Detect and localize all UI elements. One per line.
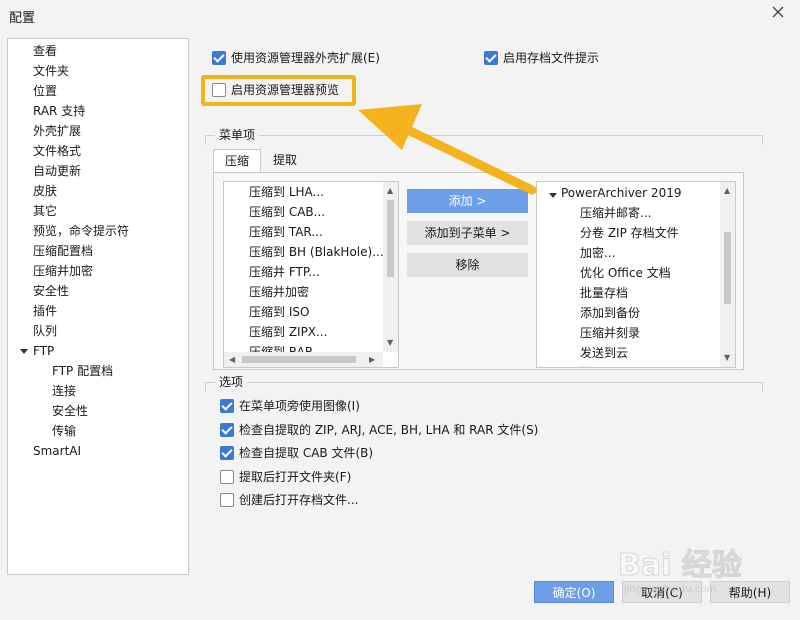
tree-item[interactable]: 发送到云 xyxy=(580,343,628,363)
nav-item[interactable]: RAR 支持 xyxy=(33,101,85,121)
nav-item[interactable]: FTP 配置档 xyxy=(52,361,113,381)
list-item[interactable]: 压缩到 CAB... xyxy=(249,202,325,222)
option-checkbox[interactable] xyxy=(220,493,234,507)
archive-tips-label: 启用存档文件提示 xyxy=(503,51,600,65)
hscroll-thumb[interactable] xyxy=(242,356,356,363)
option-checkbox[interactable] xyxy=(220,399,234,413)
nav-item[interactable]: 安全性 xyxy=(52,401,88,421)
option-label: 在菜单项旁使用图像(I) xyxy=(239,399,360,413)
list-item[interactable]: 压缩到 TAR... xyxy=(249,222,323,242)
option-label: 检查自提取 CAB 文件(B) xyxy=(239,446,374,460)
tree-item[interactable]: 批量存档 xyxy=(580,283,628,303)
tab-extract[interactable]: 提取 xyxy=(263,149,307,173)
menu-group-title: 菜单项 xyxy=(215,127,260,143)
scroll-down-icon[interactable]: ▼ xyxy=(724,353,730,363)
option-checkbox[interactable] xyxy=(220,469,234,484)
scroll-up-icon[interactable]: ▲ xyxy=(724,186,730,196)
option-checkbox[interactable] xyxy=(220,446,234,460)
nav-item[interactable]: SmartAI xyxy=(33,441,81,461)
nav-item[interactable]: 连接 xyxy=(52,381,76,401)
expand-caret-icon[interactable] xyxy=(549,193,557,198)
list-item[interactable]: 压缩到 LHA... xyxy=(249,182,324,202)
option-label: 创建后打开存档文件... xyxy=(239,493,359,507)
add-to-submenu-button[interactable]: 添加到子菜单 > xyxy=(407,221,528,245)
settings-nav-tree[interactable]: 查看 文件夹 位置 RAR 支持 外壳扩展 文件格式 自动更新 皮肤 其它 预览，命令提示符 压缩配… xyxy=(7,38,189,575)
tree-item[interactable]: 添加到备份 xyxy=(580,303,640,323)
archive-tips-checkbox[interactable] xyxy=(484,51,498,65)
tree-item[interactable]: 压缩并刻录 xyxy=(580,323,640,343)
nav-item[interactable]: 队列 xyxy=(33,321,57,341)
watermark-text: Bai 经验 xyxy=(618,548,743,584)
nav-item[interactable]: 自动更新 xyxy=(33,161,81,181)
nav-item[interactable]: 预览，命令提示符 xyxy=(33,221,129,241)
selected-vscroll[interactable]: ▲ ▼ xyxy=(720,182,735,367)
option-checkbox[interactable] xyxy=(220,422,234,437)
annotation-arrow-icon xyxy=(358,104,537,195)
baidu-watermark-logo: Bai 经验 jingyan.baidu.com xyxy=(618,540,798,610)
list-item[interactable]: 压缩到 ZIPX... xyxy=(249,322,327,342)
window-title: 配置 xyxy=(9,11,36,26)
scroll-down-icon[interactable]: ▼ xyxy=(387,338,393,348)
shell-ext-label: 使用资源管理器外壳扩展(E) xyxy=(231,51,380,65)
tab-compress[interactable]: 压缩 xyxy=(213,149,261,173)
nav-item[interactable]: 传输 xyxy=(52,421,76,441)
selected-items-tree[interactable]: 批量...发送到云压缩并刻录添加到备份批量存档优化 Office 文档加密...… xyxy=(536,181,736,368)
scroll-thumb[interactable] xyxy=(724,232,731,304)
tree-item[interactable]: 分卷 ZIP 存档文件 xyxy=(580,223,679,243)
scroll-thumb[interactable] xyxy=(387,200,394,277)
nav-item[interactable]: 安全性 xyxy=(33,281,69,301)
nav-item[interactable]: 压缩并加密 xyxy=(33,261,93,281)
nav-item[interactable]: 压缩配置档 xyxy=(33,241,93,261)
nav-item[interactable]: 外壳扩展 xyxy=(33,121,81,141)
tree-item[interactable]: 批量... xyxy=(580,363,615,367)
tree-item[interactable]: 压缩并邮寄... xyxy=(580,203,651,223)
available-vscroll[interactable]: ▲ ▼ xyxy=(383,182,398,352)
option-label: 提取后打开文件夹(F) xyxy=(239,469,352,484)
close-icon[interactable] xyxy=(770,4,786,20)
remove-button[interactable]: 移除 xyxy=(407,253,528,277)
tree-item[interactable]: 加密... xyxy=(580,243,615,263)
tree-root[interactable]: PowerArchiver 2019 xyxy=(561,183,681,203)
nav-item[interactable]: 文件格式 xyxy=(33,141,81,161)
expand-caret-icon[interactable] xyxy=(20,349,28,354)
options-group-title: 选项 xyxy=(215,374,248,390)
shell-ext-checkbox[interactable] xyxy=(212,51,226,65)
tree-item[interactable]: 优化 Office 文档 xyxy=(580,263,671,283)
list-item[interactable]: 压缩并加密 xyxy=(249,282,309,302)
nav-item[interactable]: 文件夹 xyxy=(33,61,69,81)
nav-item[interactable]: 其它 xyxy=(33,201,57,221)
list-item[interactable]: 压缩到 BH (BlakHole)... xyxy=(249,242,384,262)
list-item[interactable]: 压缩到 ISO xyxy=(249,302,309,322)
nav-item[interactable]: 位置 xyxy=(33,81,57,101)
ok-button[interactable]: 确定(O) xyxy=(534,581,614,603)
highlight-box xyxy=(201,75,356,106)
option-label: 检查自提取的 ZIP, ARJ, ACE, BH, LHA 和 RAR 文件(S… xyxy=(239,422,539,437)
available-hscroll[interactable]: ◀ ▶ xyxy=(224,352,383,367)
nav-item[interactable]: 皮肤 xyxy=(33,181,57,201)
watermark-subtext: jingyan.baidu.com xyxy=(624,584,717,595)
nav-item[interactable]: FTP xyxy=(33,341,54,361)
nav-item[interactable]: 插件 xyxy=(33,301,57,321)
options-group-frame xyxy=(205,382,763,392)
scroll-right-icon[interactable]: ▶ xyxy=(369,355,375,365)
nav-item[interactable]: 查看 xyxy=(33,41,57,61)
available-items-list[interactable]: 压缩到 RAR压缩到 ZIPX...压缩到 ISO压缩并加密压缩并 FTP...… xyxy=(223,181,399,368)
list-item[interactable]: 压缩并 FTP... xyxy=(249,262,320,282)
scroll-left-icon[interactable]: ◀ xyxy=(229,355,235,365)
